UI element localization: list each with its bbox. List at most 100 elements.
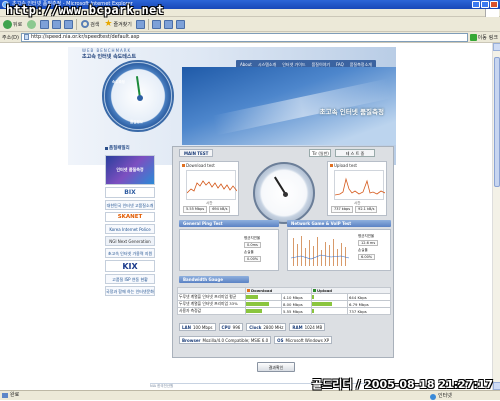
close-button[interactable] — [490, 1, 498, 8]
star-icon: ★ — [104, 18, 113, 29]
loss-right-value: 6.00% — [358, 254, 376, 260]
left-nav-item-support[interactable]: 초고속 인터넷 가용력 지원 — [105, 248, 155, 258]
upload-title: Upload test — [330, 163, 357, 168]
download-line — [186, 180, 238, 194]
loss-left-label: 손실율 — [244, 250, 254, 254]
ping-box: 평균지연율 0.0ms 손실율 0.00% — [179, 229, 279, 271]
row-dl-value: 5.55 Mbps — [281, 307, 312, 315]
print-icon[interactable] — [163, 19, 173, 29]
download-kbs: 694 kB/s — [209, 206, 231, 213]
dial-label-info[interactable]: 품질정보 — [130, 120, 143, 125]
row-dl-value: 8.00 Mbps — [281, 300, 312, 308]
download-bar — [246, 302, 270, 306]
voip-box: 평균지연율 12.6 ms 손실율 6.00% — [287, 229, 391, 271]
left-nav-item-quality[interactable]: 인터넷 품질측정 — [105, 155, 155, 185]
upload-bar — [312, 309, 315, 313]
tab-main-test[interactable]: MAIN TEST — [179, 149, 214, 157]
general-ping-bar[interactable]: General Ping Test — [179, 220, 279, 227]
upload-graph: Upload test 시간 737 kbps 92.1 kB/s — [327, 161, 387, 216]
row-ul-value: 6.79 Mbps — [347, 300, 391, 308]
left-nav-item-police[interactable]: Korea Internet Police — [105, 224, 155, 234]
toolbar: 뒤로 검색 ★ 즐겨찾기 — [0, 17, 500, 32]
spec-row-software: Browser Mozilla/4.0 Compatible; MSIE 6.0 … — [179, 336, 333, 344]
upload-values: 737 kbps 92.1 kB/s — [331, 206, 378, 213]
row-dl-value: 4.10 Mbps — [281, 293, 312, 301]
bandwidth-gauge-bar[interactable]: Bandwidth Gauge — [179, 276, 249, 283]
back-arrow-icon — [3, 19, 12, 29]
row-label: 두루넷 계열을 인터넷 프리미엄 33% — [177, 300, 246, 308]
upload-bar — [312, 302, 332, 306]
dial-label-speed[interactable]: 속도측정 — [112, 80, 125, 85]
page-viewport: WEB BENCHMARK 초고속 인터넷 속도테스트 About 시스템소개 … — [0, 43, 492, 390]
download-graph: Download test 시간 5.55 Mbps 694 kB/s — [179, 161, 239, 216]
vertical-scrollbar[interactable] — [492, 43, 500, 390]
page-done-icon — [2, 393, 8, 398]
loss-right-label: 손실율 — [358, 248, 368, 252]
go-label: 이동 — [477, 34, 487, 41]
watermark-url: http://www.bcpark.net — [6, 3, 165, 17]
forward-button[interactable] — [26, 18, 37, 30]
upload-plot — [334, 170, 386, 200]
download-values: 5.55 Mbps 694 kB/s — [183, 206, 231, 213]
capture-timestamp: 골드리더 / 2005-08-18 21:27:17 — [312, 378, 494, 391]
table-row: 두루넷 계열을 인터넷 프리미엄 평균 4.10 Mbps 644 Kbps — [177, 293, 391, 301]
brand-kr[interactable]: 초고속 인터넷 속도테스트 — [82, 53, 136, 60]
back-label: 뒤로 — [13, 21, 23, 28]
history-icon[interactable] — [135, 19, 145, 29]
check-result-button[interactable]: 결과확인 — [257, 362, 295, 372]
left-nav-item-bix[interactable]: BIX — [105, 187, 155, 198]
upload-mbps: 737 kbps — [331, 206, 354, 213]
network-voip-bar[interactable]: Network Game & VoIP Test — [287, 220, 391, 227]
table-row: 두루넷 계열을 인터넷 프리미엄 33% 8.00 Mbps 6.79 Mbps — [177, 300, 391, 308]
refresh-icon[interactable] — [52, 19, 62, 29]
left-nav-item-kix[interactable]: KIX — [105, 260, 155, 272]
left-nav-item-skanet[interactable]: SKANET — [105, 212, 155, 222]
row-ul-value: 737 Kbps — [347, 307, 391, 315]
edit-icon[interactable] — [175, 19, 185, 29]
search-button[interactable]: 검색 — [80, 18, 100, 30]
spec-ram: RAM 1024 MB — [289, 323, 326, 331]
scroll-down-arrow-icon[interactable] — [493, 382, 500, 390]
mail-icon[interactable] — [151, 19, 161, 29]
window-controls — [472, 1, 498, 8]
spec-clock: Clock 2800 MHz — [246, 323, 287, 331]
left-nav-item-korea[interactable]: 대한민국 인터넷 고품질소개 — [105, 200, 155, 210]
scroll-up-arrow-icon[interactable] — [493, 43, 500, 51]
spec-row-hardware: LAN 100 Mbps CPU 996 Clock 2800 MHz RAM 1024… — [179, 323, 326, 331]
left-nav: 품질패밀리 인터넷 품질측정 BIX 대한민국 인터넷 고품질소개 SKANET… — [105, 145, 157, 298]
voip-bars — [291, 236, 350, 266]
favorites-button[interactable]: ★ 즐겨찾기 — [103, 18, 132, 30]
left-nav-item-culture[interactable]: 국정과 함께 하는 인터넷문화 — [105, 286, 155, 296]
ping-avg-right-value: 12.6 ms — [358, 240, 379, 246]
toolbar-separator — [76, 18, 78, 30]
stop-icon[interactable] — [40, 19, 50, 29]
left-nav-item-ngi[interactable]: NGI Next Generation — [105, 236, 155, 246]
maximize-button[interactable] — [481, 1, 489, 8]
row-ul-value: 644 Kbps — [347, 293, 391, 301]
search-label: 검색 — [90, 21, 100, 28]
speed-gauge — [253, 162, 315, 224]
spec-browser: Browser Mozilla/4.0 Compatible; MSIE 6.0 — [179, 336, 272, 344]
back-button[interactable]: 뒤로 — [2, 18, 23, 30]
tab-strip: MAIN TEST Tir (일반) 테 스 트 중 — [175, 149, 391, 157]
bandwidth-table: Download Upload 두루넷 계열을 인터넷 프리미엄 평균 4.10… — [177, 287, 391, 315]
address-input[interactable]: http://speed.nia.or.kr/speedtest/default… — [20, 32, 468, 42]
row-label: 두루넷 계열을 인터넷 프리미엄 평균 — [177, 293, 246, 301]
upload-line — [334, 177, 386, 196]
home-icon[interactable] — [64, 19, 74, 29]
scroll-thumb[interactable] — [494, 57, 500, 187]
download-mbps: 5.55 Mbps — [183, 206, 208, 213]
ping-avg-right-label: 평균지연율 — [358, 234, 375, 238]
mode-select[interactable]: Tir (일반) — [309, 149, 331, 157]
links-label[interactable]: 링크 — [489, 34, 498, 41]
favorites-label: 즐겨찾기 — [113, 21, 132, 28]
dial-hub — [137, 95, 143, 101]
left-nav-item-isp[interactable]: 고품질 ISP 연동 현황 — [105, 274, 155, 284]
testing-button[interactable]: 테 스 트 중 — [335, 149, 375, 157]
status-text: 완료 — [10, 392, 20, 398]
go-button[interactable]: 이동 — [469, 33, 487, 41]
speedtest-panel: MAIN TEST Tir (일반) 테 스 트 중 Download test… — [172, 146, 394, 358]
minimize-button[interactable] — [472, 1, 480, 8]
page-icon — [23, 34, 29, 40]
gauge-hub — [283, 192, 288, 197]
